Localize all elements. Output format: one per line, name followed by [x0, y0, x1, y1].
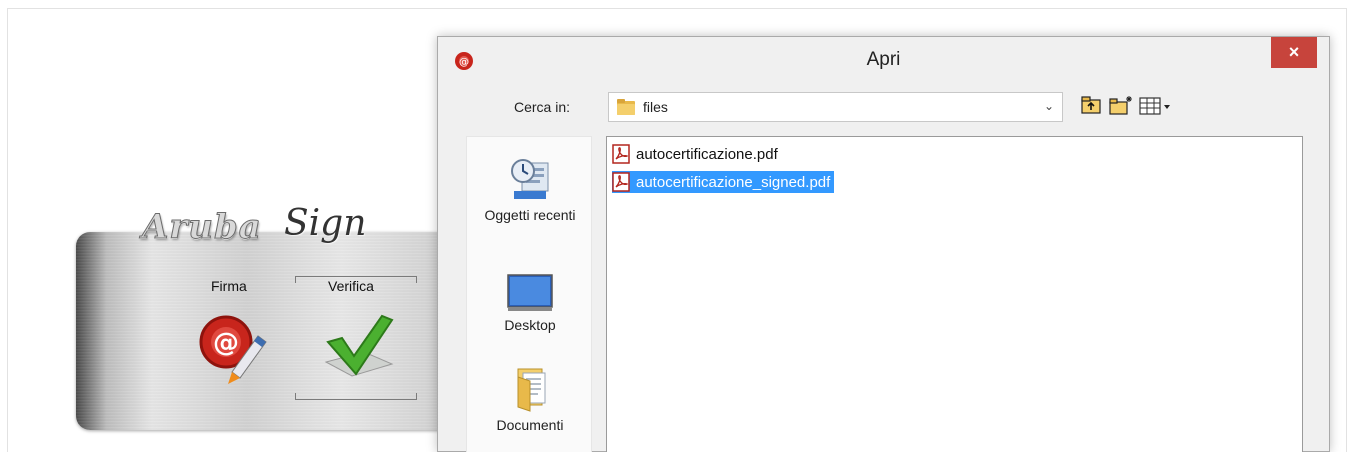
file-item[interactable]: autocertificazione.pdf — [612, 143, 782, 165]
arubasign-logo: Aruba Sign — [142, 203, 367, 255]
wax-seal-pen-icon: @ — [199, 315, 267, 384]
view-grid-icon — [1139, 97, 1170, 115]
look-in-label: Cerca in: — [514, 99, 571, 115]
place-label: Desktop — [504, 317, 556, 333]
place-label: Oggetti recenti — [484, 207, 576, 223]
look-in-value: files — [643, 99, 668, 115]
look-in-dropdown[interactable]: files ⌄ — [608, 92, 1063, 122]
folder-up-icon — [1081, 96, 1101, 114]
places-bar: Oggetti recenti Desktop Documenti — [466, 136, 592, 452]
folder-icon — [617, 99, 635, 115]
file-list[interactable]: autocertificazione.pdf autocertificazion… — [606, 136, 1303, 452]
logo-word: Aruba — [142, 207, 262, 248]
dialog-title: Apri — [866, 49, 901, 70]
file-name: autocertificazione_signed.pdf — [636, 173, 831, 191]
documents-icon — [517, 368, 546, 412]
place-desktop[interactable]: Desktop — [467, 273, 593, 333]
firma-label: Firma — [211, 278, 247, 294]
new-folder-button[interactable] — [1107, 94, 1135, 118]
close-button[interactable]: × — [1271, 37, 1317, 68]
green-checkmark-icon — [324, 314, 394, 377]
verifica-button[interactable] — [318, 312, 398, 384]
pdf-file-icon — [612, 144, 630, 164]
close-icon: × — [1288, 42, 1300, 62]
logo-script: Sign — [284, 203, 367, 244]
svg-text:@: @ — [213, 328, 239, 358]
dialog-titlebar[interactable]: @ Apri × — [438, 37, 1329, 85]
place-label: Documenti — [496, 417, 564, 433]
place-documents[interactable]: Documenti — [467, 365, 593, 433]
file-item-selected[interactable]: autocertificazione_signed.pdf — [612, 171, 835, 193]
new-folder-icon — [1109, 96, 1132, 115]
firma-button[interactable]: @ — [196, 312, 272, 388]
desktop-icon — [507, 274, 553, 311]
up-one-level-button[interactable] — [1079, 94, 1105, 118]
view-menu-button[interactable] — [1138, 94, 1176, 118]
chevron-down-icon: ⌄ — [1043, 99, 1054, 113]
file-name: autocertificazione.pdf — [636, 145, 778, 163]
pdf-file-icon — [612, 172, 630, 192]
recent-items-icon — [511, 159, 549, 199]
place-recent-items[interactable]: Oggetti recenti — [467, 155, 593, 223]
open-dialog: @ Apri × Cerca in: files ⌄ Oggetti recen… — [437, 36, 1330, 452]
